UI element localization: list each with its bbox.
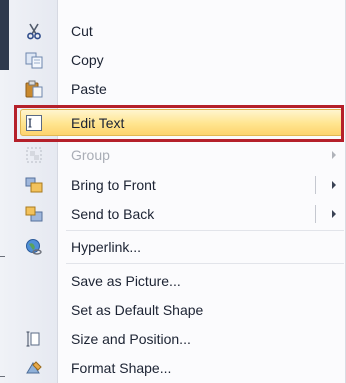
- menu-item-send-to-back[interactable]: Send to Back: [0, 199, 346, 229]
- size-position-icon: [24, 330, 44, 348]
- menu-item-format-shape[interactable]: Format Shape...: [0, 353, 346, 383]
- menu-item-copy[interactable]: Copy: [0, 45, 346, 75]
- scissors-icon: [24, 22, 44, 40]
- split-divider: [315, 205, 316, 223]
- menu-item-label: Copy: [71, 52, 104, 68]
- split-divider: [315, 176, 316, 194]
- menu-item-paste[interactable]: Paste: [0, 74, 346, 104]
- group-icon: [24, 146, 44, 164]
- menu-item-label: Size and Position...: [71, 331, 191, 347]
- submenu-arrow-icon: [332, 151, 336, 159]
- format-shape-icon: [24, 359, 44, 377]
- edit-text-icon: [24, 114, 44, 132]
- menu-item-set-as-default-shape[interactable]: Set as Default Shape: [0, 295, 346, 325]
- menu-item-label: Cut: [71, 23, 93, 39]
- menu-item-edit-text[interactable]: Edit Text: [0, 108, 346, 138]
- menu-item-save-as-picture[interactable]: Save as Picture...: [0, 266, 346, 296]
- menu-item-label: Save as Picture...: [71, 273, 181, 289]
- menu-item-bring-to-front[interactable]: Bring to Front: [0, 170, 346, 200]
- menu-item-label: Hyperlink...: [71, 239, 142, 255]
- menu-item-label: Bring to Front: [71, 177, 156, 193]
- menu-item-label: Group: [71, 147, 110, 163]
- menu-item-hyperlink[interactable]: Hyperlink...: [0, 232, 346, 262]
- context-menu: Cut Copy Paste Edit Text Group Bring to …: [0, 0, 346, 383]
- copy-icon: [24, 51, 44, 69]
- menu-item-size-and-position[interactable]: Size and Position...: [0, 324, 346, 354]
- submenu-arrow-icon[interactable]: [332, 210, 336, 218]
- menu-item-label: Set as Default Shape: [71, 302, 204, 318]
- menu-item-label: Send to Back: [71, 206, 155, 222]
- send-to-back-icon: [24, 205, 44, 223]
- paste-icon: [24, 80, 44, 98]
- submenu-arrow-icon[interactable]: [332, 181, 336, 189]
- menu-item-label: Edit Text: [71, 115, 125, 131]
- menu-item-cut[interactable]: Cut: [0, 16, 346, 46]
- screenshot: Cut Copy Paste Edit Text Group Bring to …: [0, 0, 346, 383]
- menu-separator: [66, 230, 344, 231]
- menu-separator: [66, 263, 344, 264]
- hover-highlight: [20, 109, 343, 136]
- menu-item-label: Format Shape...: [71, 360, 172, 376]
- menu-item-label: Paste: [71, 81, 107, 97]
- hyperlink-globe-icon: [24, 238, 44, 256]
- menu-item-group[interactable]: Group: [0, 140, 346, 170]
- bring-to-front-icon: [24, 176, 44, 194]
